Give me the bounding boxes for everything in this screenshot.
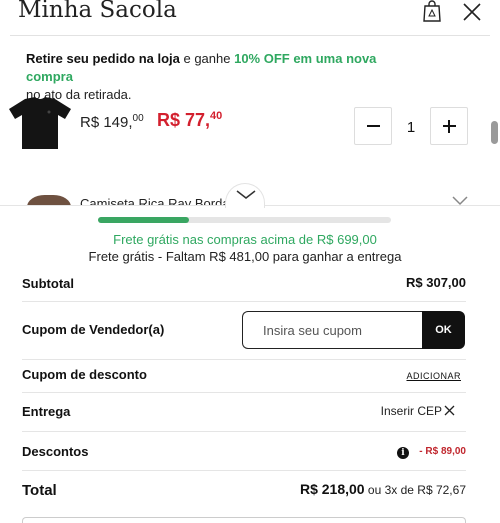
installments-text: ou 3x de R$ 72,67 (364, 483, 466, 497)
coupon-input[interactable] (242, 311, 423, 349)
chevron-down-icon (236, 190, 256, 199)
free-shipping-progress (98, 217, 391, 223)
pickup-middle-text: e ganhe (179, 51, 235, 66)
scrollbar-thumb[interactable] (491, 121, 498, 144)
discounts-value: - R$ 89,00 (419, 446, 466, 457)
collapse-summary-button[interactable] (225, 183, 265, 208)
apply-coupon-button[interactable]: OK (422, 311, 465, 349)
total-amount: R$ 218,00 (299, 481, 365, 497)
subtotal-value: R$ 307,00 (406, 275, 466, 290)
total-label: Total (22, 482, 57, 499)
divider (22, 470, 466, 471)
decrease-quantity-button[interactable] (354, 107, 392, 145)
seller-coupon-label: Cupom de Vendedor(a) (22, 322, 165, 337)
pickup-bold-text: Retire seu pedido na loja (26, 51, 180, 66)
product-image[interactable] (9, 97, 71, 149)
enter-zip-link[interactable]: Inserir CEP (381, 404, 442, 418)
close-icon[interactable] (444, 405, 455, 416)
divider (22, 359, 466, 360)
discounts-label: Descontos (22, 444, 89, 459)
divider (22, 301, 466, 302)
subtotal-label: Subtotal (22, 276, 74, 291)
header: Minha Sacola (0, 0, 500, 36)
total-value: R$ 218,00 ou 3x de R$ 72,67 (300, 481, 466, 497)
original-price: R$ 149,00 (80, 113, 144, 131)
cart-item: R$ 149,00 R$ 77,40 1 (0, 95, 500, 157)
free-shipping-remaining: Frete grátis - Faltam R$ 481,00 para gan… (88, 249, 402, 264)
checkout-button[interactable] (22, 517, 466, 523)
delivery-label: Entrega (22, 404, 71, 419)
page-title: Minha Sacola (18, 0, 177, 23)
quantity-value: 1 (406, 119, 416, 136)
free-shipping-threshold: Frete grátis nas compras acima de R$ 699… (113, 232, 377, 247)
info-icon[interactable]: i (397, 447, 409, 459)
divider (22, 431, 466, 432)
header-divider (10, 35, 490, 36)
divider (22, 392, 466, 393)
discount-coupon-label: Cupom de desconto (22, 367, 147, 382)
add-coupon-link[interactable]: ADICIONAR (406, 371, 461, 381)
close-icon[interactable] (461, 1, 483, 23)
increase-quantity-button[interactable] (430, 107, 468, 145)
progress-fill (98, 217, 189, 223)
sale-price: R$ 77,40 (157, 110, 223, 130)
shopping-bag-icon[interactable] (422, 0, 442, 22)
